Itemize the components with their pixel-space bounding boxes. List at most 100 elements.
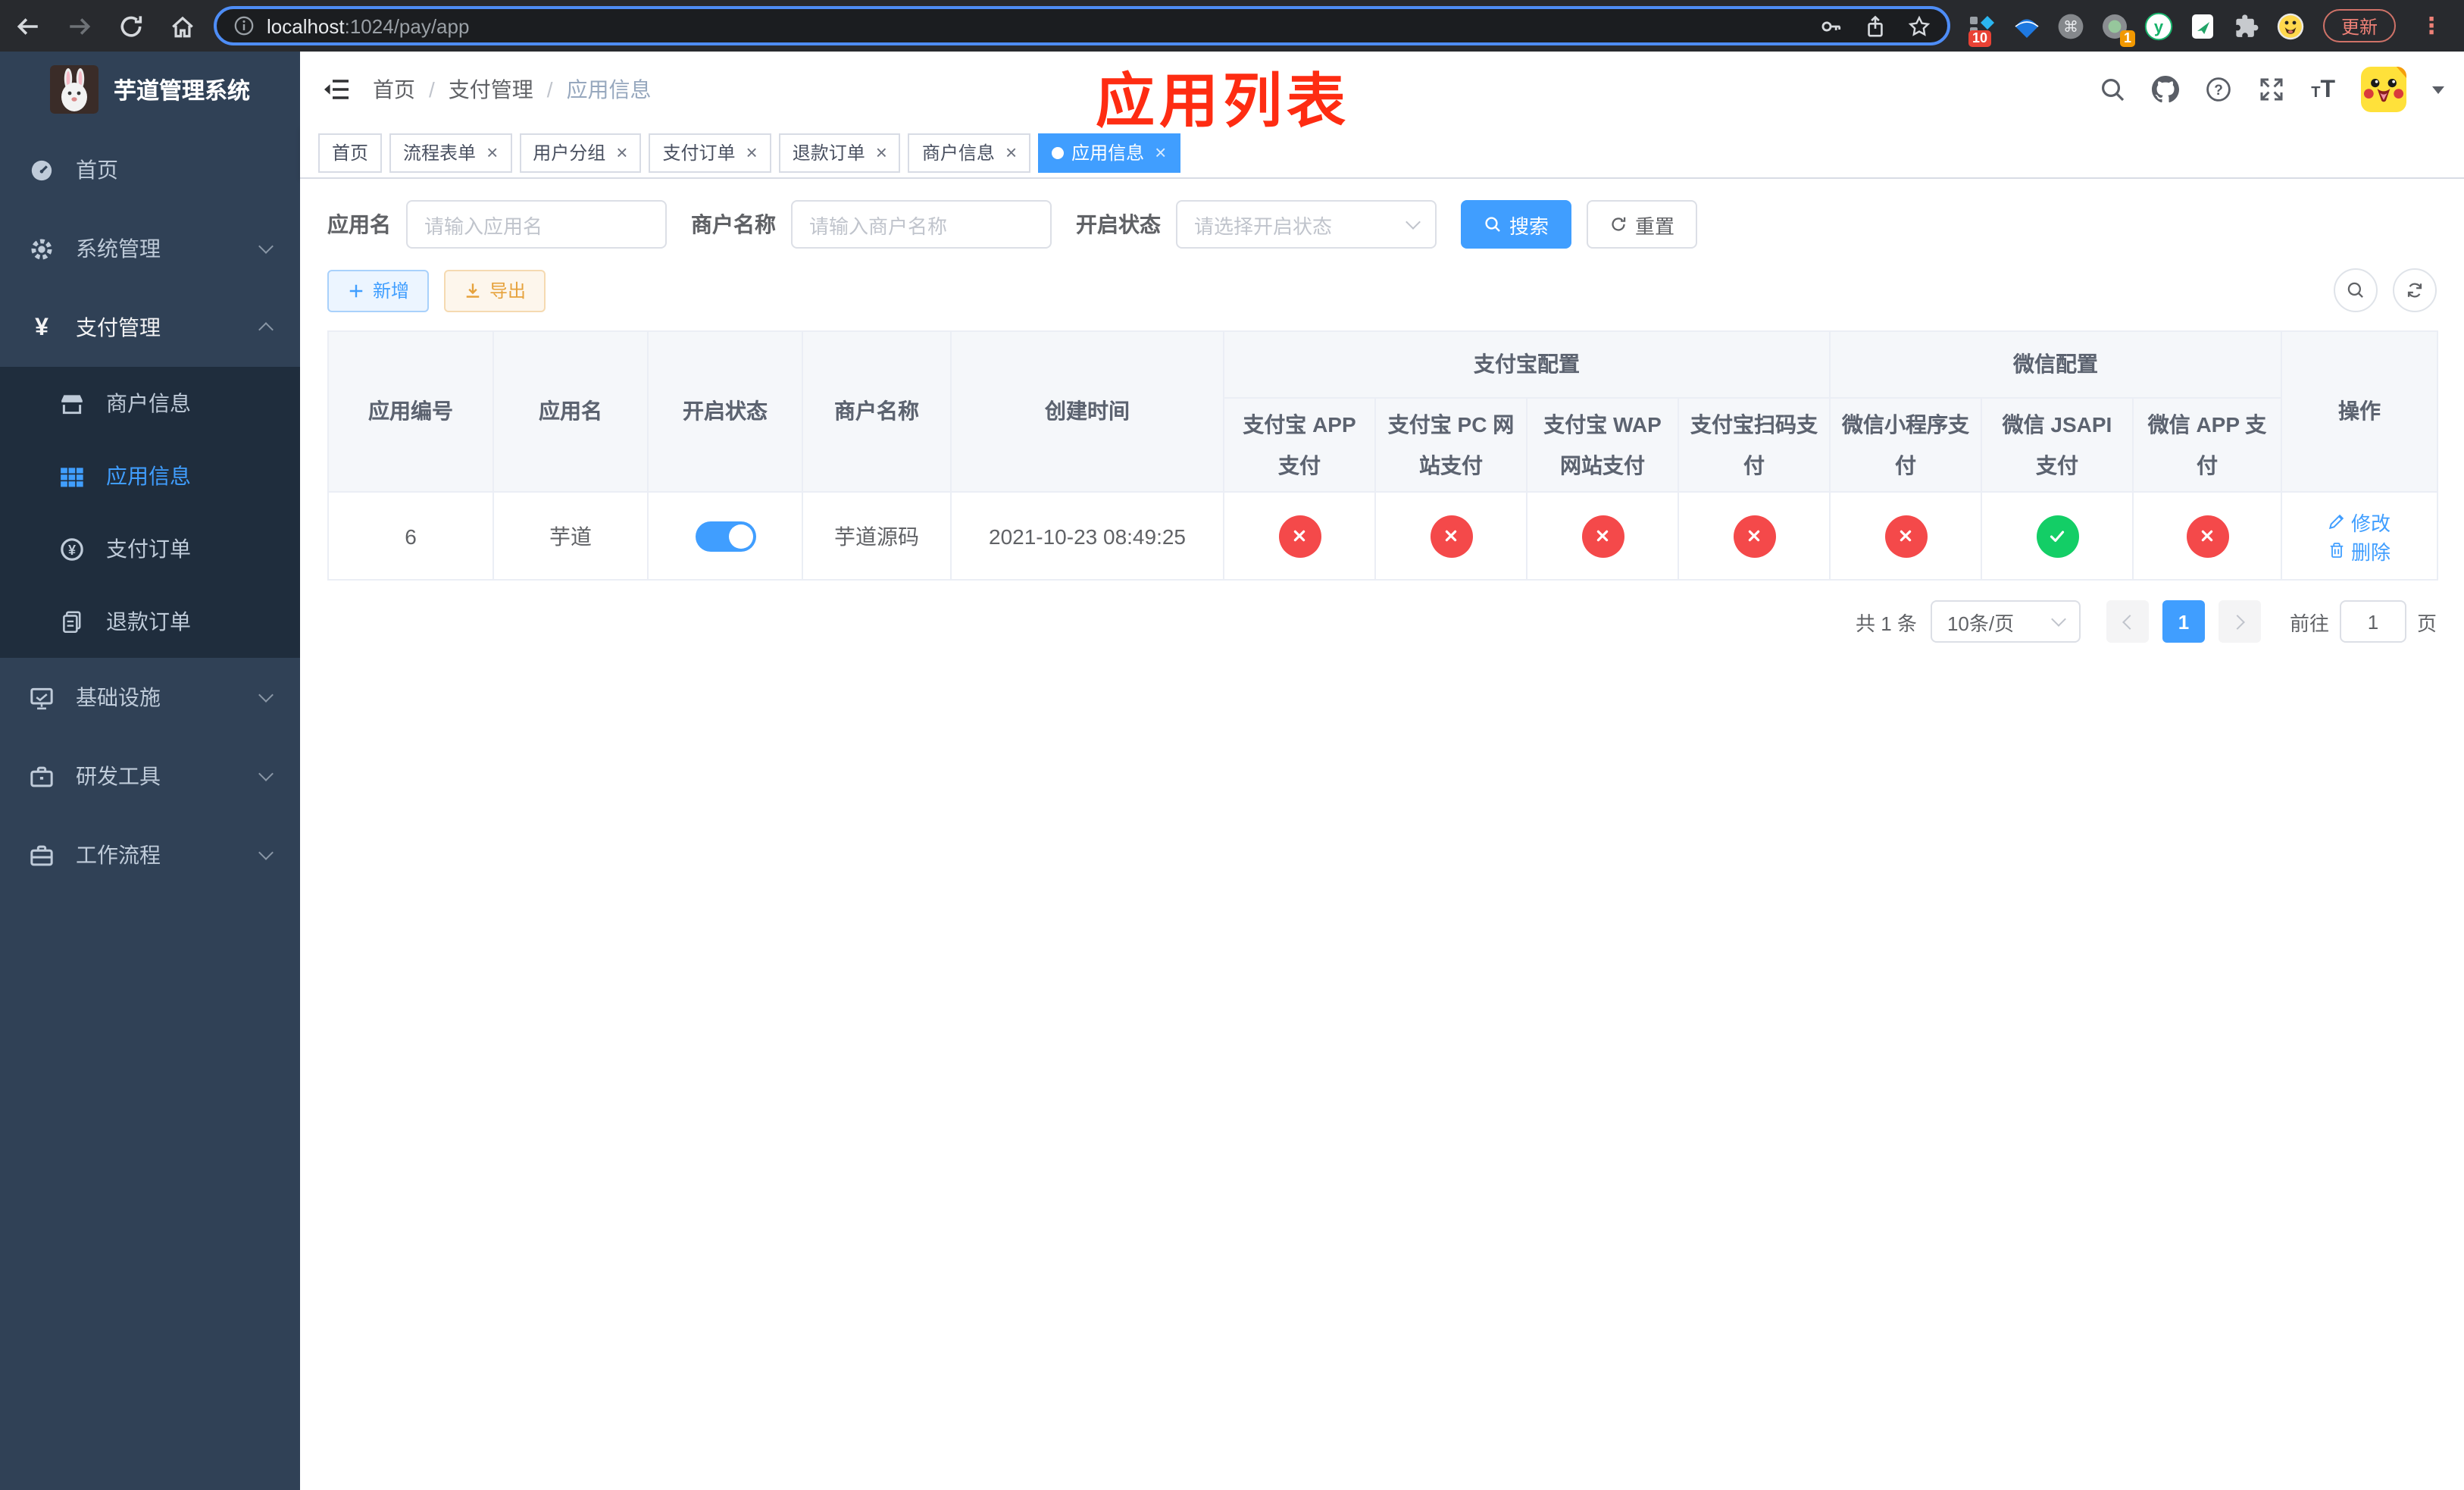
tab-流程表单[interactable]: 流程表单 × (389, 133, 512, 172)
page-unit: 页 (2416, 612, 2437, 634)
extension-paraglider-icon[interactable] (2012, 11, 2041, 40)
tab-label: 流程表单 (403, 142, 477, 164)
cell-app-id: 6 (327, 491, 494, 581)
hide-search-button[interactable] (2334, 268, 2378, 312)
merchant-name-input[interactable]: 请输入商户名称 (791, 200, 1052, 249)
app-logo[interactable]: 芋道管理系统 (0, 52, 300, 127)
export-button[interactable]: 导出 (444, 269, 546, 311)
extensions-puzzle-icon[interactable] (2232, 11, 2261, 40)
col-wechat-app: 微信 APP 支付 (2132, 397, 2282, 493)
col-merchant: 商户名称 (802, 330, 952, 493)
status-select[interactable]: 请选择开启状态 (1176, 200, 1437, 249)
browser-menu-icon[interactable]: ⋮ (2414, 12, 2449, 39)
tab-商户信息[interactable]: 商户信息 × (908, 133, 1031, 172)
sidebar-item-商户信息[interactable]: 商户信息 (0, 367, 300, 440)
sidebar-item-基础设施[interactable]: 基础设施 (0, 658, 300, 737)
next-page-button[interactable] (2218, 600, 2261, 643)
sidebar-item-退款订单[interactable]: 退款订单 (0, 585, 300, 658)
tab-close-icon[interactable]: × (1155, 141, 1166, 164)
sidebar-item-首页[interactable]: 首页 (0, 130, 300, 209)
sidebar-item-支付管理[interactable]: ¥ 支付管理 (0, 288, 300, 367)
breadcrumb: 首页 / 支付管理 / 应用信息 (373, 74, 652, 105)
sidebar-item-label: 支付管理 (76, 315, 161, 340)
col-app-name: 应用名 (492, 330, 649, 493)
font-size-icon[interactable]: TT (2311, 77, 2335, 102)
home-icon[interactable] (170, 13, 195, 39)
current-page[interactable]: 1 (2162, 600, 2205, 643)
refresh-table-button[interactable] (2393, 268, 2437, 312)
sidebar: 芋道管理系统 首页 系统管理 ¥ 支付管理 商户信息 应用信息 ¥ 支付订单 退款订单 基础设施研… (0, 52, 300, 1490)
share-icon[interactable] (1864, 14, 1887, 37)
extension-y-icon[interactable]: y (2144, 11, 2173, 40)
monitor-icon (29, 684, 55, 710)
breadcrumb-home[interactable]: 首页 (373, 74, 415, 105)
sidebar-item-研发工具[interactable]: 研发工具 (0, 737, 300, 815)
sidebar-item-label: 工作流程 (76, 843, 161, 867)
extension-tag-icon[interactable]: 10 (1968, 11, 1997, 46)
app-name-input[interactable]: 请输入应用名 (406, 200, 667, 249)
col-wechat-jsapi: 微信 JSAPI 支付 (1981, 397, 2134, 493)
add-button[interactable]: 新增 (327, 269, 430, 311)
tab-close-icon[interactable]: × (486, 141, 498, 164)
cell-created: 2021-10-23 08:49:25 (950, 491, 1224, 581)
sidebar-item-工作流程[interactable]: 工作流程 (0, 815, 300, 894)
chrome-update-button[interactable]: 更新 (2322, 9, 2396, 42)
site-info-icon[interactable] (233, 15, 255, 36)
breadcrumb-pay[interactable]: 支付管理 (449, 74, 533, 105)
user-avatar[interactable] (2361, 67, 2406, 112)
password-key-icon[interactable] (1820, 14, 1843, 37)
user-menu-caret-icon[interactable] (2432, 86, 2444, 93)
col-group-alipay: 支付宝配置 (1223, 330, 1831, 399)
search-button[interactable]: 搜索 (1461, 200, 1572, 249)
sidebar-fold-icon[interactable] (300, 76, 373, 103)
toggle-knob (728, 524, 752, 548)
navbar: 首页 / 支付管理 / 应用信息 应用列表 ? TT (300, 52, 2464, 135)
extension-command-icon[interactable]: ⌘ (2056, 11, 2085, 40)
tab-退款订单[interactable]: 退款订单 × (778, 133, 901, 172)
fullscreen-icon[interactable] (2258, 76, 2285, 103)
sidebar-item-应用信息[interactable]: 应用信息 (0, 440, 300, 512)
chevron-down-icon (258, 687, 274, 703)
tab-用户分组[interactable]: 用户分组 × (519, 133, 642, 172)
tab-close-icon[interactable]: × (876, 141, 887, 164)
goto-page: 前往 页 (2290, 600, 2437, 643)
browser-toolbar: localhost:1024/pay/app 10 ⌘ 1 y 更新 ⋮ (0, 0, 2464, 52)
reload-icon[interactable] (118, 13, 144, 39)
status-toggle[interactable] (695, 521, 755, 551)
extension-notes-icon[interactable] (2188, 11, 2217, 40)
extension-badge: 1 (2119, 30, 2135, 46)
delete-link[interactable]: 删除 (2328, 536, 2391, 565)
extension-record-icon[interactable]: 1 (2100, 11, 2135, 46)
tab-支付订单[interactable]: 支付订单 × (649, 133, 771, 172)
main-area: 首页 / 支付管理 / 应用信息 应用列表 ? TT 首页 流程表单 × 用户分… (300, 52, 2464, 1490)
tab-close-icon[interactable]: × (746, 141, 758, 164)
shop-icon (59, 390, 85, 416)
goto-page-input[interactable] (2339, 600, 2406, 643)
app-frame: 芋道管理系统 首页 系统管理 ¥ 支付管理 商户信息 应用信息 ¥ 支付订单 退款订单 基础设施研… (0, 52, 2464, 1490)
cell-wechat-app (2132, 491, 2282, 581)
sidebar-item-支付订单[interactable]: ¥ 支付订单 (0, 512, 300, 585)
bookmark-star-icon[interactable] (1908, 14, 1931, 37)
tags-view: 首页 流程表单 × 用户分组 × 支付订单 × 退款订单 × 商户信息 × 应用信息 × (300, 127, 2464, 179)
search-icon[interactable] (2099, 76, 2126, 103)
help-icon[interactable]: ? (2205, 76, 2232, 103)
reset-button[interactable]: 重置 (1587, 200, 1698, 249)
url-text[interactable]: localhost:1024/pay/app (267, 14, 469, 37)
github-icon[interactable] (2152, 76, 2180, 103)
tab-首页[interactable]: 首页 (318, 133, 383, 172)
chevron-down-icon (1406, 214, 1421, 229)
cell-alipay-pc (1374, 491, 1527, 581)
sidebar-item-系统管理[interactable]: 系统管理 (0, 209, 300, 288)
prev-page-button[interactable] (2106, 600, 2149, 643)
cell-alipay-app (1223, 491, 1376, 581)
profile-avatar-icon[interactable] (2276, 11, 2305, 40)
tab-close-icon[interactable]: × (616, 141, 627, 164)
disabled-cross-icon (1430, 515, 1472, 557)
tab-close-icon[interactable]: × (1005, 141, 1017, 164)
url-bar[interactable]: localhost:1024/pay/app (214, 6, 1950, 45)
back-icon[interactable] (15, 13, 41, 39)
page-size-select[interactable]: 10条/页 (1930, 600, 2081, 643)
edit-link[interactable]: 修改 (2328, 507, 2391, 536)
forward-icon[interactable] (67, 13, 92, 39)
cell-alipay-qr (1678, 491, 1831, 581)
